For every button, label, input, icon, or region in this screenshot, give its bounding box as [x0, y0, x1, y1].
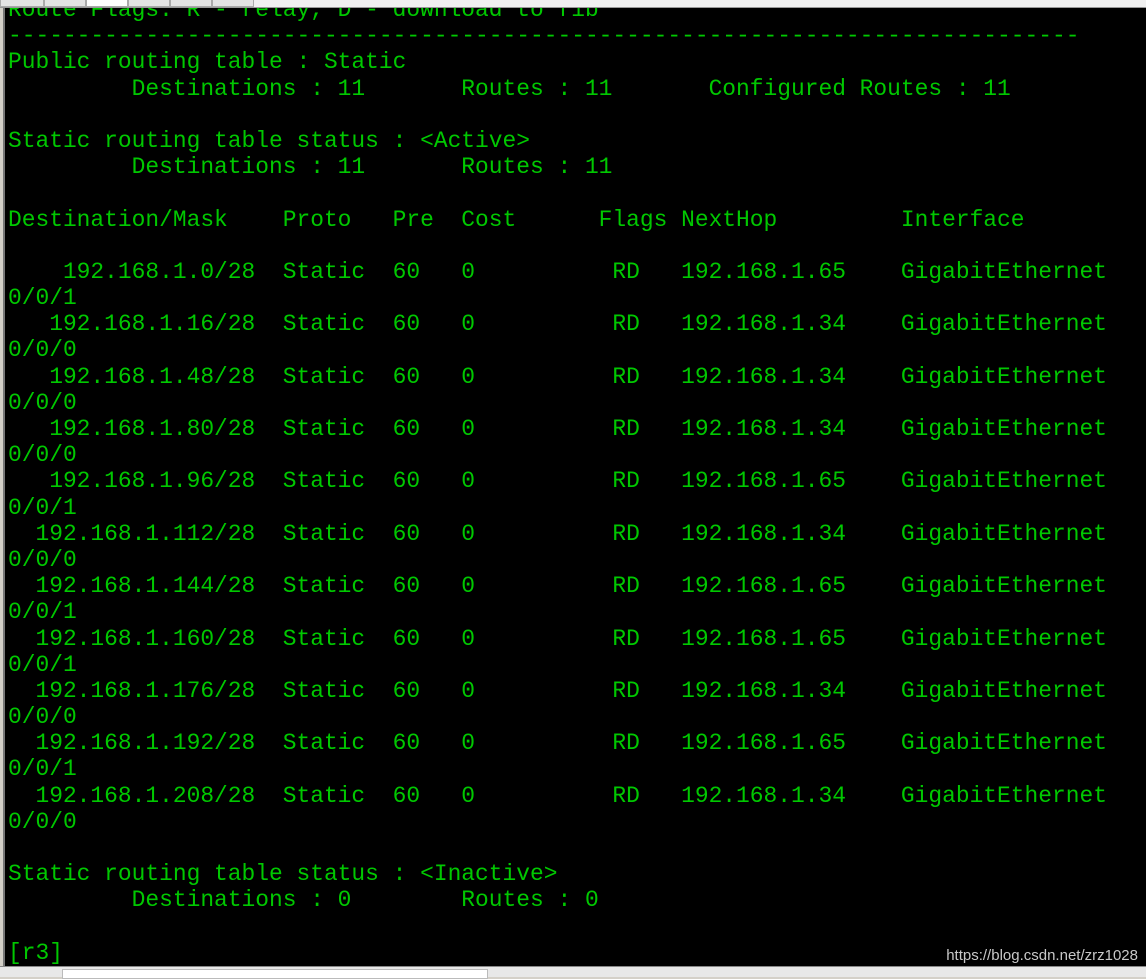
terminal-line: Destination/Mask Proto Pre Cost Flags Ne… [8, 206, 1025, 233]
tab[interactable] [0, 0, 44, 7]
route-row: 192.168.1.192/28 Static 60 0 RD 192.168.… [8, 730, 1107, 757]
terminal-line: Route Flags: R - relay, D - download to … [8, 8, 599, 23]
route-row-continuation: 0/0/1 [8, 494, 77, 521]
status-bar [0, 966, 1146, 979]
tab-active[interactable] [86, 0, 128, 7]
route-row: 192.168.1.96/28 Static 60 0 RD 192.168.1… [8, 468, 1107, 495]
terminal-line: Static routing table status : <Inactive> [8, 861, 558, 888]
tab[interactable] [44, 0, 86, 7]
status-field [62, 969, 488, 979]
route-row: 192.168.1.16/28 Static 60 0 RD 192.168.1… [8, 311, 1107, 338]
terminal-line: Public routing table : Static [8, 49, 407, 76]
route-row: 192.168.1.0/28 Static 60 0 RD 192.168.1.… [8, 258, 1107, 285]
route-row-continuation: 0/0/1 [8, 285, 77, 312]
route-row: 192.168.1.48/28 Static 60 0 RD 192.168.1… [8, 363, 1107, 390]
route-row-continuation: 0/0/1 [8, 756, 77, 783]
tab-bar [0, 0, 1146, 8]
command-prompt: [r3] [8, 939, 63, 966]
terminal-line: Destinations : 0 Routes : 0 [8, 887, 599, 914]
route-row-continuation: 0/0/0 [8, 337, 77, 364]
route-row-continuation: 0/0/0 [8, 808, 77, 835]
route-row-continuation: 0/0/0 [8, 704, 77, 731]
route-row: 192.168.1.176/28 Static 60 0 RD 192.168.… [8, 677, 1107, 704]
route-row-continuation: 0/0/0 [8, 546, 77, 573]
route-row-continuation: 0/0/0 [8, 389, 77, 416]
route-row-continuation: 0/0/1 [8, 599, 77, 626]
terminal-line: ----------------------------------------… [8, 23, 1080, 50]
route-row: 192.168.1.160/28 Static 60 0 RD 192.168.… [8, 625, 1107, 652]
terminal-line: Destinations : 11 Routes : 11 Configured… [8, 75, 1011, 102]
terminal-line: Destinations : 11 Routes : 11 [8, 154, 613, 181]
route-row-continuation: 0/0/0 [8, 442, 77, 469]
terminal-line: Static routing table status : <Active> [8, 127, 530, 154]
tab[interactable] [170, 0, 212, 7]
watermark: https://blog.csdn.net/zrz1028 [946, 947, 1138, 964]
route-row: 192.168.1.208/28 Static 60 0 RD 192.168.… [8, 782, 1107, 809]
tab[interactable] [128, 0, 170, 7]
route-row: 192.168.1.112/28 Static 60 0 RD 192.168.… [8, 520, 1107, 547]
terminal-output: Route Flags: R - relay, D - download to … [8, 8, 1107, 966]
tab[interactable] [212, 0, 254, 7]
route-row: 192.168.1.144/28 Static 60 0 RD 192.168.… [8, 573, 1107, 600]
terminal-window[interactable]: Route Flags: R - relay, D - download to … [3, 8, 1146, 966]
route-row: 192.168.1.80/28 Static 60 0 RD 192.168.1… [8, 416, 1107, 442]
route-row-continuation: 0/0/1 [8, 651, 77, 678]
